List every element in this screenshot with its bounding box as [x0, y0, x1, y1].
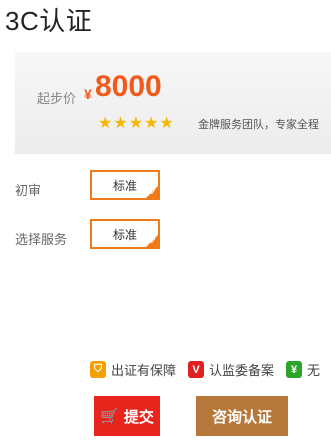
- option-label-review: 初审: [15, 183, 42, 198]
- price-label: 起步价: [37, 91, 77, 106]
- price-panel: 起步价 ¥ 8000 ★ ★ ★ ★ ★ 金牌服务团队，专家全程: [15, 52, 331, 154]
- star-icon: ★: [113, 115, 128, 132]
- service-description: 金牌服务团队，专家全程: [198, 119, 319, 131]
- star-icon: ★: [98, 115, 113, 132]
- price-value: 8000: [95, 70, 162, 103]
- star-icon: ★: [128, 115, 144, 132]
- guarantee-item: ⛉ 出证有保障: [90, 360, 176, 379]
- guarantee-text: 出证有保障: [111, 363, 177, 378]
- guarantee-list: ⛉ 出证有保障 V 认监委备案 ¥ 无: [90, 360, 320, 379]
- submit-button[interactable]: 🛒 提交: [94, 396, 160, 436]
- check-icon: ✓: [149, 187, 157, 197]
- guarantee-text: 无: [307, 363, 321, 378]
- guarantee-item: ¥ 无: [286, 360, 320, 379]
- option-value: 标准: [112, 178, 137, 193]
- rating-stars: ★ ★ ★ ★ ★: [98, 115, 174, 133]
- consult-label: 咨询认证: [211, 408, 272, 426]
- option-label-service: 选择服务: [15, 232, 68, 247]
- option-value: 标准: [112, 227, 137, 242]
- price-currency: ¥: [84, 86, 92, 102]
- consult-button[interactable]: 咨询认证: [196, 396, 288, 436]
- verified-icon: V: [188, 361, 205, 378]
- yuan-icon: ¥: [286, 361, 303, 378]
- check-icon: ✓: [149, 236, 157, 246]
- page-title: 3C认证: [5, 6, 93, 36]
- star-icon: ★: [144, 115, 159, 132]
- shield-icon: ⛉: [90, 361, 106, 378]
- submit-label: 提交: [123, 408, 154, 426]
- cart-icon: 🛒: [100, 408, 119, 425]
- star-icon: ★: [159, 115, 174, 132]
- option-service-standard[interactable]: 标准 ✓: [90, 219, 160, 249]
- option-review-standard[interactable]: 标准 ✓: [90, 170, 160, 200]
- guarantee-text: 认监委备案: [209, 363, 275, 378]
- guarantee-item: V 认监委备案: [188, 360, 274, 379]
